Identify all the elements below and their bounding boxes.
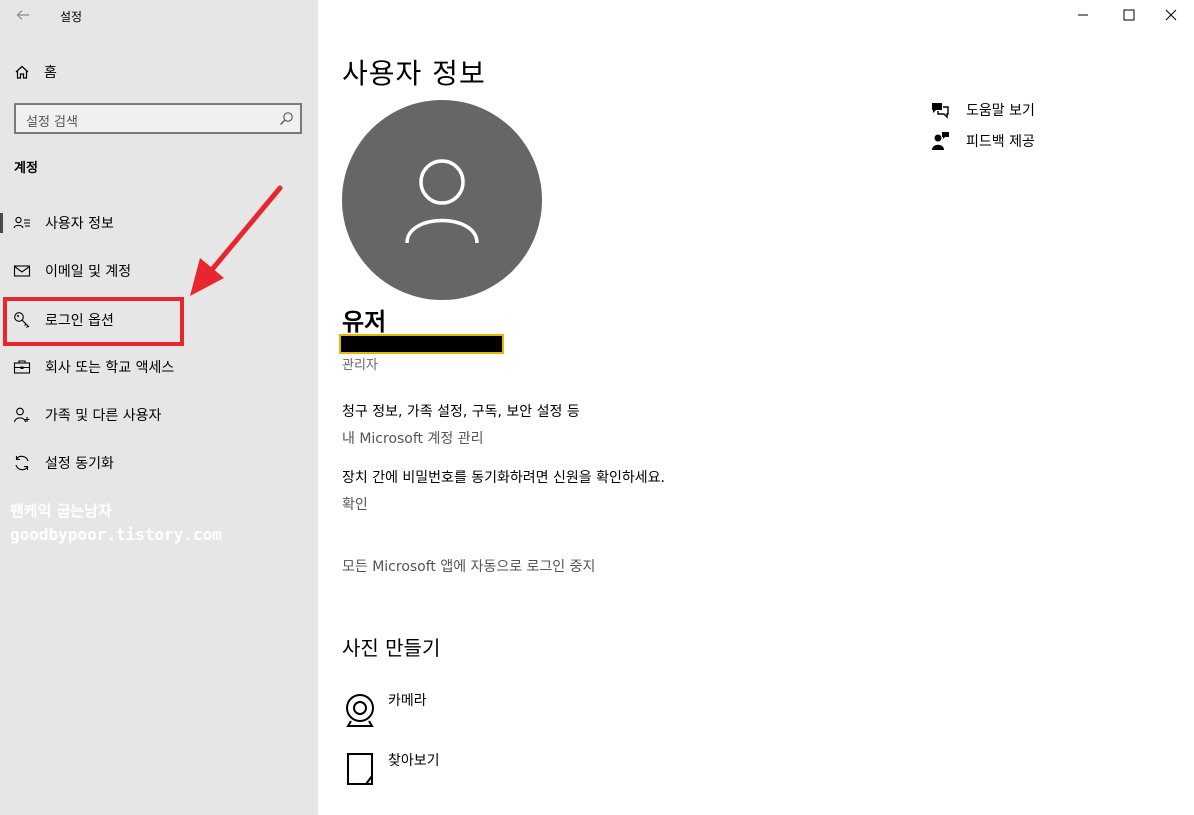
section-label-accounts: 계정 [14,161,38,176]
briefcase-icon [13,358,31,376]
redacted-email-block [339,334,504,354]
sidebar-item-family-users[interactable]: 가족 및 다른 사용자 [0,395,318,435]
annotation-arrow [190,185,283,296]
close-button[interactable] [1148,0,1194,30]
sidebar-item-work-school[interactable]: 회사 또는 학교 액세스 [0,347,318,387]
avatar [342,100,542,300]
browse-label: 찾아보기 [388,753,440,769]
stop-auto-signin-link[interactable]: 모든 Microsoft 앱에 자동으로 로그인 중지 [342,556,595,576]
sidebar: 설정 홈 설정 검색 계정 사용자 정보 이메일 및 계정 로그인 옵션 회사 … [0,0,318,815]
sidebar-item-label: 가족 및 다른 사용자 [45,408,162,424]
close-icon [1165,9,1177,21]
watermark: 팬케익 굽는남자 goodbypoor.tistory.com [10,500,222,546]
sidebar-item-sync-settings[interactable]: 설정 동기화 [0,443,318,483]
account-role: 관리자 [342,358,378,373]
camera-label: 카메라 [388,693,427,709]
give-feedback-label: 피드백 제공 [966,134,1035,150]
help-chat-icon [932,103,949,119]
camera-button[interactable]: 카메라 [342,690,462,740]
feedback-icon [932,132,949,150]
person-icon [405,159,479,244]
sidebar-item-label: 이메일 및 계정 [45,264,132,280]
search-icon[interactable] [279,111,294,126]
minimize-icon [1078,14,1088,16]
user-name: 유저 [342,308,387,336]
give-feedback-link[interactable]: 피드백 제공 [930,129,1035,153]
home-link[interactable]: 홈 [14,60,57,84]
back-arrow-icon [16,10,29,20]
browse-button[interactable]: 찾아보기 [342,750,462,800]
verify-description: 장치 간에 비밀번호를 동기화하려면 신원을 확인하세요. [342,470,665,486]
get-help-label: 도움말 보기 [966,103,1035,119]
page-title: 사용자 정보 [342,57,486,90]
sidebar-item-label: 설정 동기화 [45,456,114,472]
search-placeholder: 설정 검색 [26,115,78,130]
search-input[interactable]: 설정 검색 [14,103,302,134]
annotation-highlight-box [3,297,184,346]
home-icon [15,65,29,79]
create-photo-heading: 사진 만들기 [342,636,441,660]
titlebar: 설정 [0,0,318,32]
maximize-icon [1123,9,1135,21]
camera-icon [346,694,374,727]
sidebar-item-label: 사용자 정보 [45,216,114,232]
get-help-link[interactable]: 도움말 보기 [930,98,1035,122]
verify-link[interactable]: 확인 [342,494,368,514]
home-label: 홈 [44,65,57,81]
maximize-button[interactable] [1106,0,1152,30]
manage-account-link[interactable]: 내 Microsoft 계정 관리 [342,428,483,448]
file-browse-icon [347,753,373,785]
sidebar-item-label: 회사 또는 학교 액세스 [45,360,175,376]
watermark-line-1: 팬케익 굽는남자 [10,502,112,520]
watermark-line-2: goodbypoor.tistory.com [10,525,222,544]
billing-description: 청구 정보, 가족 설정, 구독, 보안 설정 등 [342,404,580,420]
sync-icon [13,454,31,472]
user-card-icon [13,214,31,232]
person-add-icon [13,406,31,424]
back-button[interactable] [10,4,36,26]
app-title: 설정 [60,10,83,24]
minimize-button[interactable] [1060,0,1106,30]
mail-icon [13,262,31,280]
